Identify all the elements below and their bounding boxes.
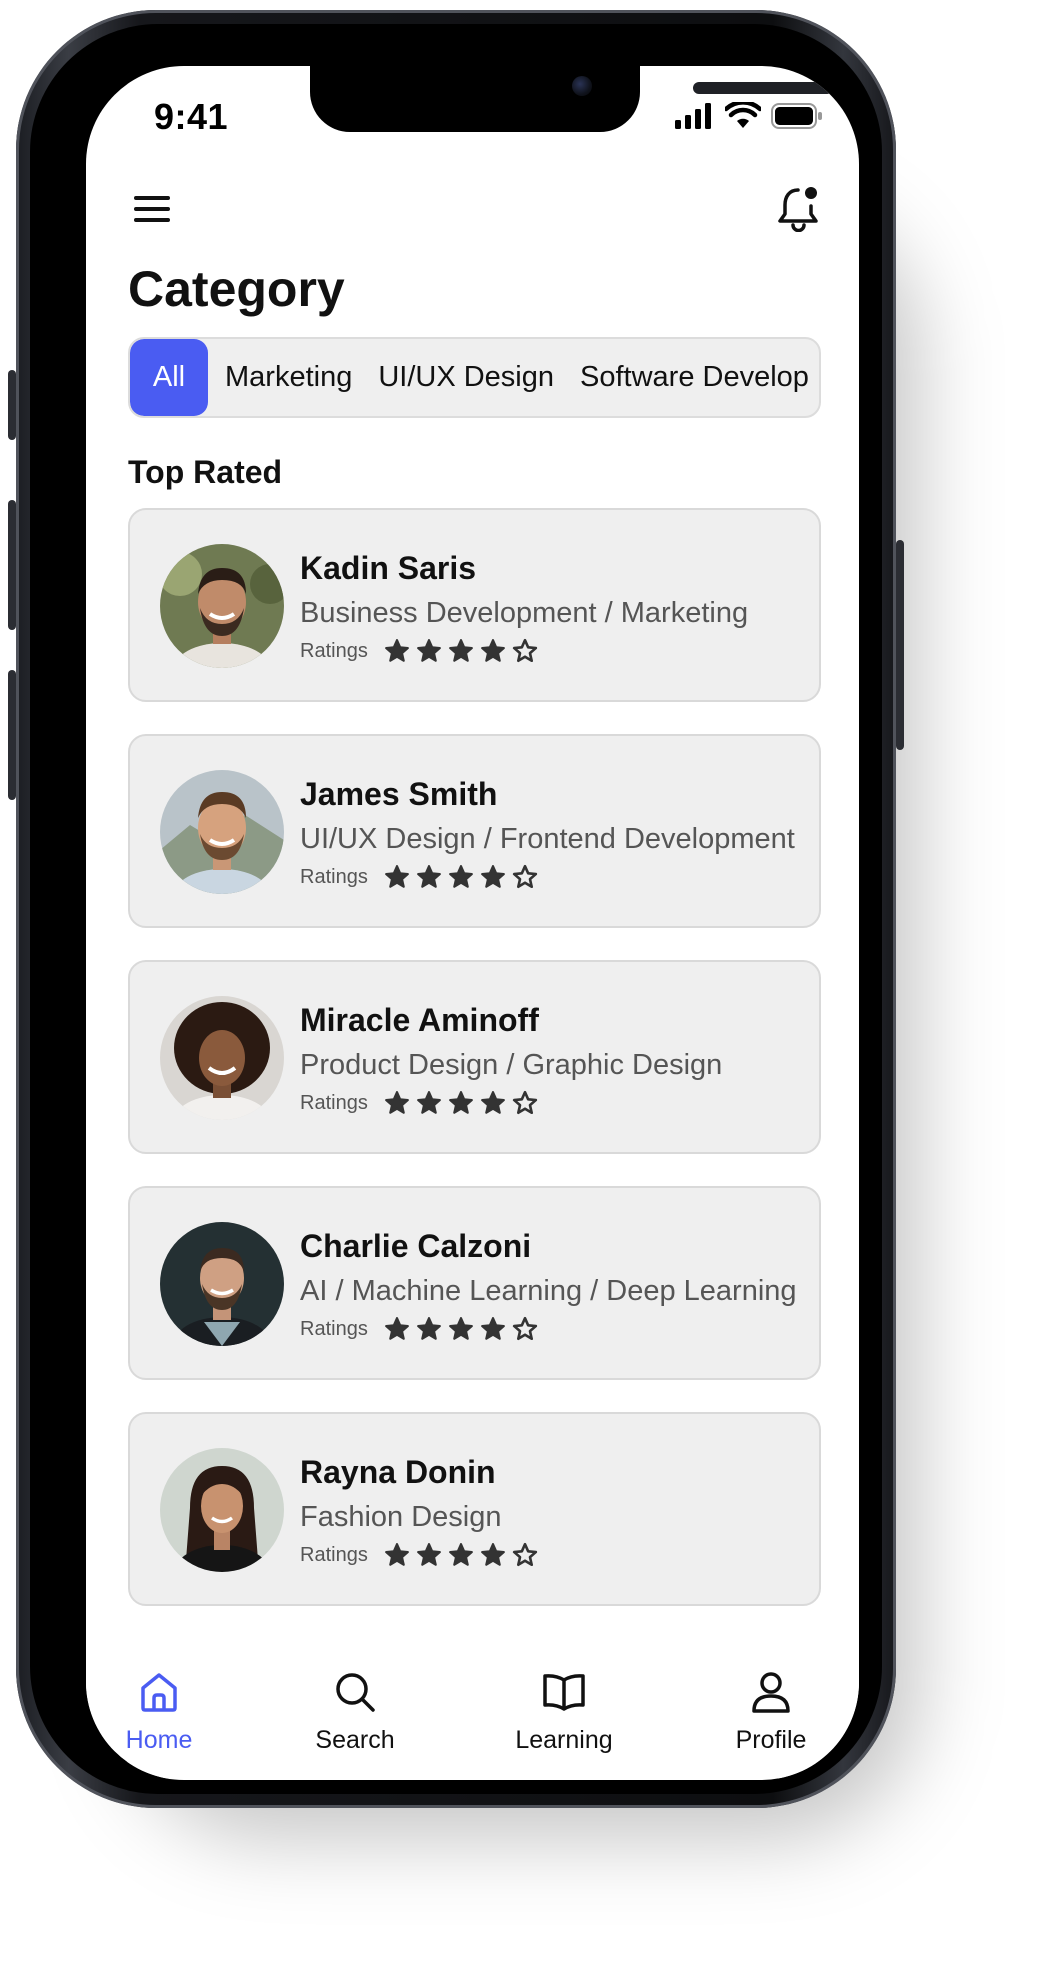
volume-up-button xyxy=(8,500,16,630)
nav-home[interactable]: Home xyxy=(86,1670,234,1755)
mentor-role: Product Design / Graphic Design xyxy=(300,1049,723,1081)
notch xyxy=(310,66,833,132)
ratings-label: Ratings xyxy=(300,865,368,888)
page-title: Category xyxy=(128,261,345,317)
star-filled-icon xyxy=(416,1543,441,1566)
mockup-stage: 9:41 Category All Marketing UI/UX Design… xyxy=(0,0,1048,1974)
notification-bell-icon[interactable] xyxy=(777,184,821,232)
star-rating xyxy=(384,1090,544,1116)
avatar xyxy=(160,996,284,1120)
speaker-grille xyxy=(693,82,833,94)
mentor-role: Business Development / Marketing xyxy=(300,597,749,629)
star-filled-icon xyxy=(480,1317,505,1340)
star-filled-icon xyxy=(480,1543,505,1566)
star-outline-icon xyxy=(512,1316,537,1341)
ratings-label: Ratings xyxy=(300,1543,368,1566)
avatar xyxy=(160,1448,284,1572)
star-filled-icon xyxy=(416,1317,441,1340)
mentor-card[interactable]: James Smith UI/UX Design / Frontend Deve… xyxy=(128,734,821,928)
star-outline-icon xyxy=(512,1090,537,1115)
signal-icon xyxy=(675,103,711,129)
battery-icon xyxy=(771,103,822,129)
section-title: Top Rated xyxy=(128,454,283,490)
rating-row: Ratings xyxy=(300,1090,544,1116)
mentor-name: Charlie Calzoni xyxy=(300,1228,532,1264)
mentor-card[interactable]: Kadin Saris Business Development / Marke… xyxy=(128,508,821,702)
star-filled-icon xyxy=(448,639,473,662)
star-filled-icon xyxy=(384,1317,409,1340)
mentor-name: Miracle Aminoff xyxy=(300,1002,539,1038)
nav-search[interactable]: Search xyxy=(280,1670,430,1755)
nav-profile[interactable]: Profile xyxy=(696,1670,846,1755)
mentor-card[interactable]: Rayna Donin Fashion Design Ratings xyxy=(128,1412,821,1606)
star-filled-icon xyxy=(384,1091,409,1114)
power-button xyxy=(896,540,904,750)
star-filled-icon xyxy=(384,865,409,888)
star-rating xyxy=(384,638,544,664)
volume-down-button xyxy=(8,670,16,800)
mentor-role: Fashion Design xyxy=(300,1501,502,1533)
rating-row: Ratings xyxy=(300,638,544,664)
status-time: 9:41 xyxy=(154,96,229,137)
star-filled-icon xyxy=(480,865,505,888)
book-icon xyxy=(543,1674,585,1711)
star-rating xyxy=(384,1542,544,1568)
star-filled-icon xyxy=(480,1091,505,1114)
mentor-name: James Smith xyxy=(300,776,498,812)
mentor-name: Rayna Donin xyxy=(300,1454,496,1490)
tab-ui-ux-design[interactable]: UI/UX Design xyxy=(365,339,567,416)
phone-frame: 9:41 Category All Marketing UI/UX Design… xyxy=(8,10,904,1808)
rating-row: Ratings xyxy=(300,864,544,890)
mentor-card[interactable]: Miracle Aminoff Product Design / Graphic… xyxy=(128,960,821,1154)
nav-search-label: Search xyxy=(315,1726,395,1754)
nav-profile-label: Profile xyxy=(735,1726,807,1754)
avatar xyxy=(160,770,284,894)
star-outline-icon xyxy=(512,638,537,663)
rating-row: Ratings xyxy=(300,1316,544,1342)
star-rating xyxy=(384,1316,544,1342)
ratings-label: Ratings xyxy=(300,1091,368,1114)
tab-software-development[interactable]: Software Develop xyxy=(567,339,819,416)
tab-all[interactable]: All xyxy=(130,339,208,416)
menu-icon[interactable] xyxy=(134,194,170,224)
star-filled-icon xyxy=(448,1317,473,1340)
avatar xyxy=(160,1222,284,1346)
wifi-icon xyxy=(725,102,761,128)
star-outline-icon xyxy=(512,1542,537,1567)
status-icons xyxy=(675,102,823,130)
mentor-name: Kadin Saris xyxy=(300,550,477,586)
bottom-nav: Home Search Learning Profile xyxy=(86,1648,859,1778)
mute-switch xyxy=(8,370,16,440)
nav-learning-label: Learning xyxy=(515,1726,613,1754)
search-icon xyxy=(336,1673,375,1712)
rating-row: Ratings xyxy=(300,1542,544,1568)
ratings-label: Ratings xyxy=(300,1317,368,1340)
tab-marketing[interactable]: Marketing xyxy=(212,339,365,416)
avatar xyxy=(160,544,284,668)
star-filled-icon xyxy=(448,865,473,888)
star-filled-icon xyxy=(448,1543,473,1566)
star-outline-icon xyxy=(512,864,537,889)
star-filled-icon xyxy=(384,1543,409,1566)
star-filled-icon xyxy=(416,865,441,888)
mentor-role: UI/UX Design / Frontend Development xyxy=(300,823,795,855)
star-filled-icon xyxy=(416,639,441,662)
category-tabs: All Marketing UI/UX Design Software Deve… xyxy=(128,337,821,418)
nav-learning[interactable]: Learning xyxy=(489,1670,639,1755)
star-filled-icon xyxy=(480,639,505,662)
app-screen: 9:41 Category All Marketing UI/UX Design… xyxy=(86,66,859,1780)
star-filled-icon xyxy=(416,1091,441,1114)
mentor-role: AI / Machine Learning / Deep Learning xyxy=(300,1275,797,1307)
home-icon xyxy=(141,1673,177,1712)
star-filled-icon xyxy=(384,639,409,662)
star-filled-icon xyxy=(448,1091,473,1114)
user-icon xyxy=(752,1672,790,1713)
ratings-label: Ratings xyxy=(300,639,368,662)
front-camera-icon xyxy=(572,76,592,96)
nav-home-label: Home xyxy=(125,1726,193,1754)
star-rating xyxy=(384,864,544,890)
mentor-card[interactable]: Charlie Calzoni AI / Machine Learning / … xyxy=(128,1186,821,1380)
